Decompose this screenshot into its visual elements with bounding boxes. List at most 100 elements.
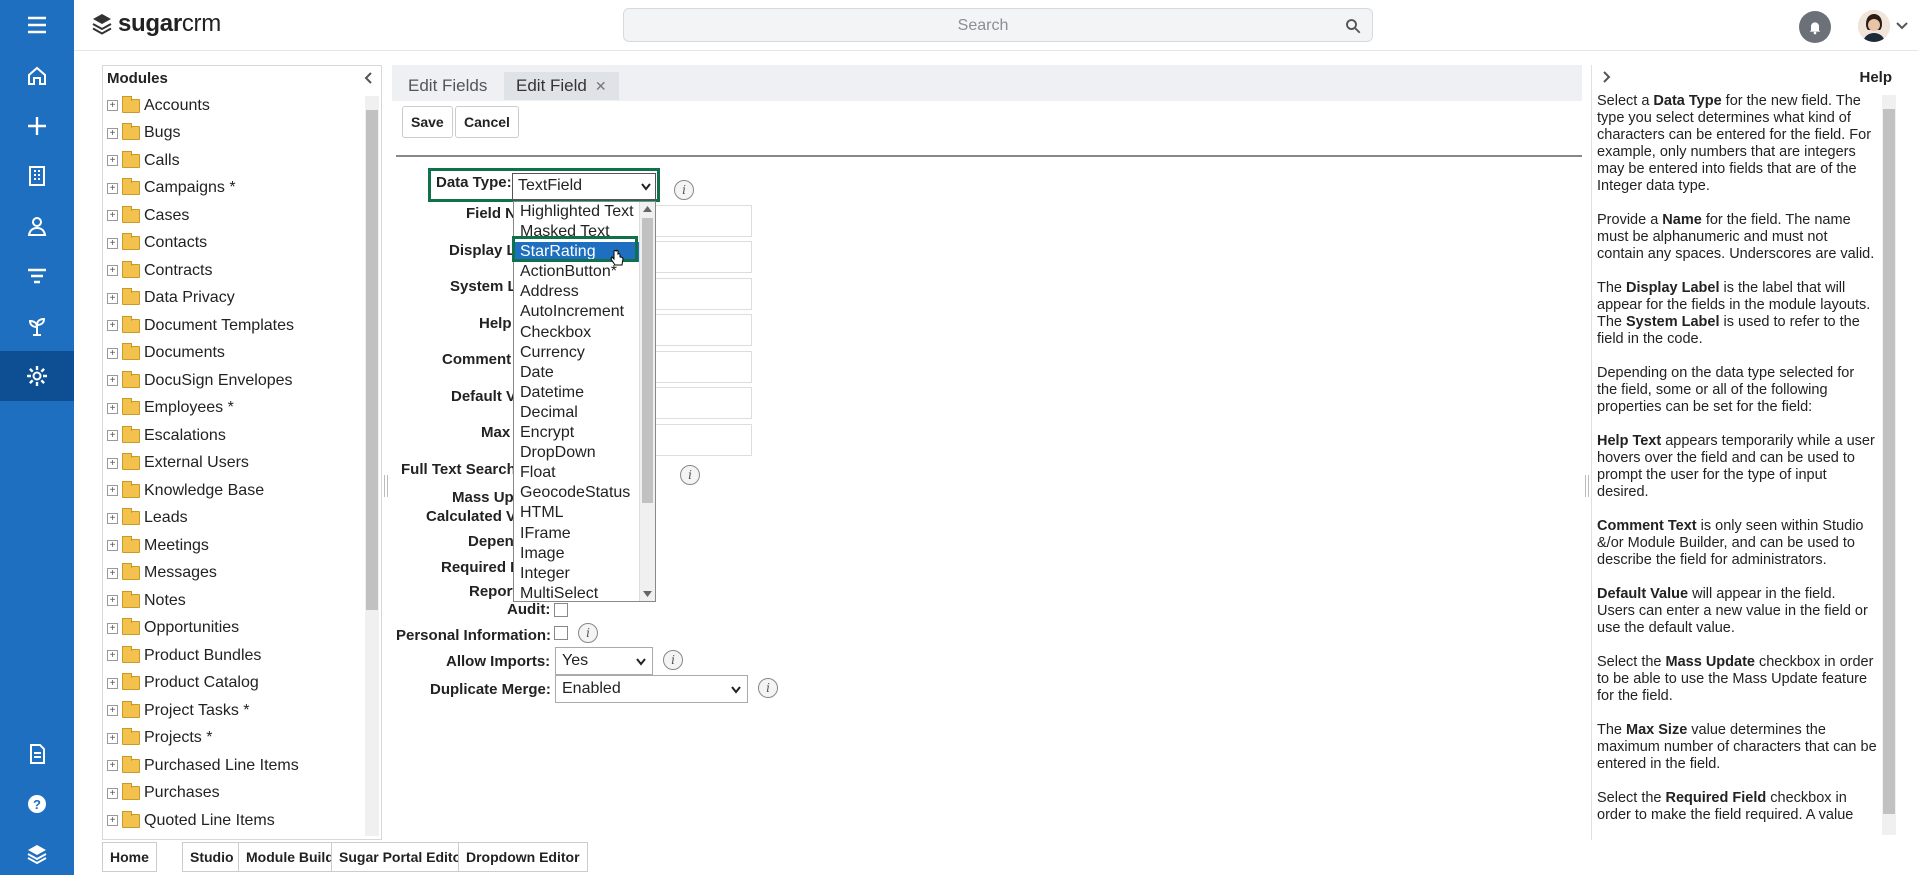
expand-plus-icon[interactable]: + bbox=[107, 237, 118, 249]
dropdown-option[interactable]: Datetime bbox=[514, 383, 655, 403]
chevron-right-icon[interactable] bbox=[1600, 71, 1612, 83]
module-tree-item[interactable]: + Contracts bbox=[105, 257, 365, 285]
module-tree-item[interactable]: + Messages bbox=[105, 560, 365, 588]
expand-plus-icon[interactable]: + bbox=[107, 457, 118, 469]
footer-button-studio[interactable]: Studio bbox=[182, 842, 242, 872]
dropdown-option[interactable]: AutoIncrement bbox=[514, 302, 655, 322]
scroll-up-icon[interactable] bbox=[643, 206, 652, 212]
dropdown-option[interactable]: Float bbox=[514, 463, 655, 483]
expand-plus-icon[interactable]: + bbox=[107, 787, 118, 799]
dropdown-option[interactable]: Highlighted Text bbox=[514, 202, 655, 222]
scrollbar-thumb[interactable] bbox=[1883, 109, 1895, 814]
building-icon[interactable] bbox=[0, 151, 74, 201]
dropdown-option[interactable]: Decimal bbox=[514, 403, 655, 423]
module-tree-item[interactable]: + Leads bbox=[105, 505, 365, 533]
notifications-bell-icon[interactable] bbox=[1799, 11, 1831, 43]
dropdown-option[interactable]: Date bbox=[514, 363, 655, 383]
expand-plus-icon[interactable]: + bbox=[107, 155, 118, 167]
module-tree-item[interactable]: + Product Bundles bbox=[105, 642, 365, 670]
module-tree-item[interactable]: + Documents bbox=[105, 340, 365, 368]
audit-checkbox[interactable] bbox=[554, 603, 568, 617]
module-tree-item[interactable]: + Employees * bbox=[105, 395, 365, 423]
expand-plus-icon[interactable]: + bbox=[107, 100, 118, 112]
default-value-input[interactable] bbox=[642, 387, 752, 419]
module-tree-item[interactable]: + Accounts bbox=[105, 92, 365, 120]
dropdown-option[interactable]: Checkbox bbox=[514, 323, 655, 343]
tab-edit-fields[interactable]: Edit Fields bbox=[396, 72, 499, 100]
data-type-select[interactable]: TextField bbox=[512, 173, 656, 200]
expand-plus-icon[interactable]: + bbox=[107, 210, 118, 222]
module-tree-item[interactable]: + Campaigns * bbox=[105, 175, 365, 203]
expand-plus-icon[interactable]: + bbox=[107, 540, 118, 552]
module-tree-item[interactable]: + Escalations bbox=[105, 422, 365, 450]
left-splitter-handle[interactable] bbox=[384, 475, 388, 497]
save-button[interactable]: Save bbox=[402, 106, 453, 138]
system-label-input[interactable] bbox=[642, 278, 752, 310]
expand-plus-icon[interactable]: + bbox=[107, 567, 118, 579]
module-tree-item[interactable]: + Bugs bbox=[105, 120, 365, 148]
dropdown-option[interactable]: Image bbox=[514, 544, 655, 564]
dropdown-option[interactable]: Currency bbox=[514, 343, 655, 363]
module-tree-item[interactable]: + Projects * bbox=[105, 725, 365, 753]
chevron-left-icon[interactable] bbox=[363, 72, 375, 84]
expand-plus-icon[interactable]: + bbox=[107, 760, 118, 772]
module-tree-item[interactable]: + External Users bbox=[105, 450, 365, 478]
expand-plus-icon[interactable]: + bbox=[107, 182, 118, 194]
cancel-button[interactable]: Cancel bbox=[455, 106, 519, 138]
home-icon[interactable] bbox=[0, 51, 74, 101]
field-name-input[interactable] bbox=[642, 205, 752, 237]
expand-plus-icon[interactable]: + bbox=[107, 815, 118, 827]
footer-button-sugar-portal-editor[interactable]: Sugar Portal Editor bbox=[331, 842, 475, 872]
expand-plus-icon[interactable]: + bbox=[107, 292, 118, 304]
search-input[interactable]: Search bbox=[623, 8, 1373, 42]
scrollbar-thumb[interactable] bbox=[366, 110, 378, 610]
expand-plus-icon[interactable]: + bbox=[107, 485, 118, 497]
footer-button-home[interactable]: Home bbox=[102, 842, 157, 872]
help-scrollbar[interactable] bbox=[1882, 95, 1896, 835]
info-icon[interactable]: i bbox=[680, 465, 700, 485]
help-text-input[interactable] bbox=[642, 314, 752, 346]
allow-imports-select[interactable]: Yes bbox=[555, 647, 653, 675]
close-icon[interactable]: ✕ bbox=[595, 78, 607, 95]
module-tree-item[interactable]: + Notes bbox=[105, 587, 365, 615]
module-tree-item[interactable]: + Contacts bbox=[105, 230, 365, 258]
module-tree-item[interactable]: + Meetings bbox=[105, 532, 365, 560]
search-icon[interactable] bbox=[1344, 17, 1362, 35]
dropdown-option[interactable]: Integer bbox=[514, 564, 655, 584]
tab-edit-field[interactable]: Edit Field ✕ bbox=[504, 72, 619, 100]
expand-plus-icon[interactable]: + bbox=[107, 512, 118, 524]
expand-plus-icon[interactable]: + bbox=[107, 430, 118, 442]
expand-plus-icon[interactable]: + bbox=[107, 732, 118, 744]
right-splitter-handle[interactable] bbox=[1585, 475, 1589, 497]
chevron-down-icon[interactable] bbox=[1896, 20, 1908, 32]
dropdown-option[interactable]: DropDown bbox=[514, 443, 655, 463]
menu-icon[interactable] bbox=[0, 0, 74, 50]
help-icon[interactable]: ? bbox=[0, 779, 74, 829]
dropdown-option[interactable]: MultiSelect bbox=[514, 584, 655, 601]
plus-icon[interactable] bbox=[0, 101, 74, 151]
module-tree-item[interactable]: + Data Privacy bbox=[105, 285, 365, 313]
module-tree-item[interactable]: + Purchases bbox=[105, 780, 365, 808]
expand-plus-icon[interactable]: + bbox=[107, 265, 118, 277]
layers-icon[interactable] bbox=[0, 829, 74, 875]
dropdown-option[interactable]: HTML bbox=[514, 503, 655, 523]
module-tree-item[interactable]: + Cases bbox=[105, 202, 365, 230]
info-icon[interactable]: i bbox=[758, 678, 778, 698]
max-size-input[interactable] bbox=[642, 424, 752, 456]
dropdown-scrollbar[interactable] bbox=[639, 202, 655, 601]
dropdown-option[interactable]: GeocodeStatus bbox=[514, 483, 655, 503]
dropdown-option[interactable]: Encrypt bbox=[514, 423, 655, 443]
duplicate-merge-select[interactable]: Enabled bbox=[555, 675, 748, 703]
module-tree-item[interactable]: + Project Tasks * bbox=[105, 697, 365, 725]
module-tree-item[interactable]: + DocuSign Envelopes bbox=[105, 367, 365, 395]
info-icon[interactable]: i bbox=[663, 650, 683, 670]
module-tree-item[interactable]: + Quoted Line Items bbox=[105, 807, 365, 835]
expand-plus-icon[interactable]: + bbox=[107, 347, 118, 359]
scrollbar-thumb[interactable] bbox=[642, 218, 653, 503]
module-tree-item[interactable]: + Knowledge Base bbox=[105, 477, 365, 505]
info-icon[interactable]: i bbox=[674, 180, 694, 200]
personal-info-checkbox[interactable] bbox=[554, 626, 568, 640]
person-icon[interactable] bbox=[0, 201, 74, 251]
filter-icon[interactable] bbox=[0, 251, 74, 301]
modules-scrollbar[interactable] bbox=[365, 96, 379, 836]
